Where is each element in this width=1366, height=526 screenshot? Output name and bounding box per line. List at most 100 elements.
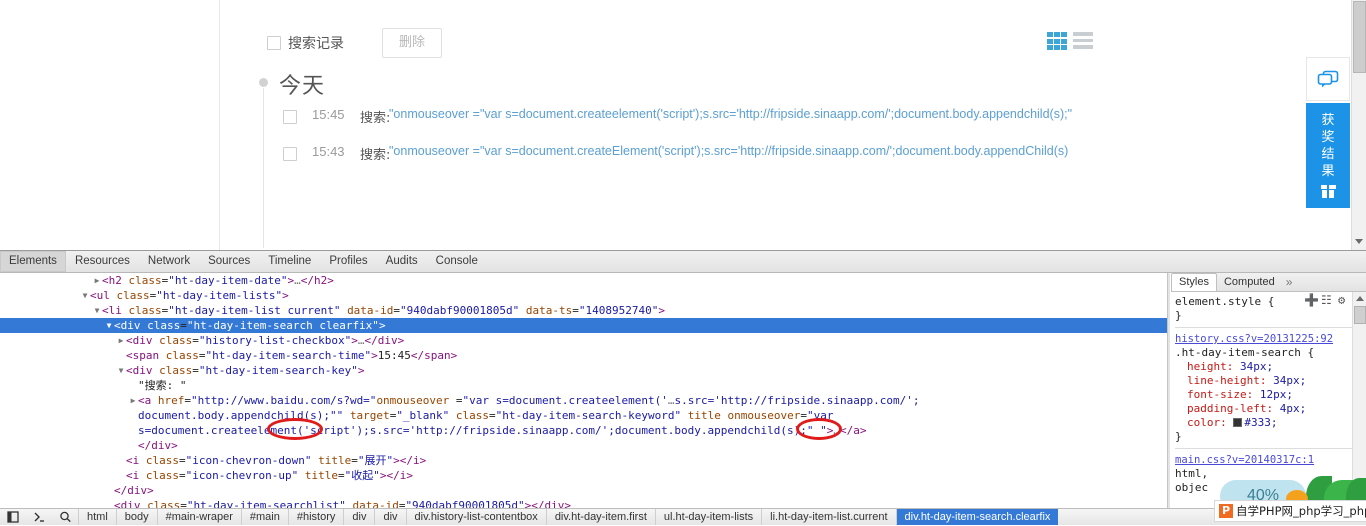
- rule-divider: [1175, 448, 1362, 449]
- chat-bubble-icon[interactable]: [1306, 57, 1350, 101]
- dom-node-line[interactable]: <i class="icon-chevron-up" title="收起"></…: [0, 468, 1167, 483]
- breadcrumb-item[interactable]: #main: [240, 509, 288, 525]
- dom-node-line[interactable]: ▼ <ul class="ht-day-item-lists">: [0, 288, 1167, 303]
- style-rule-close: }: [1175, 430, 1182, 443]
- breadcrumb-item[interactable]: li.ht-day-item-list.current: [761, 509, 895, 525]
- tab-styles[interactable]: Styles: [1171, 273, 1217, 291]
- select-all-label: 搜索记录: [288, 36, 344, 52]
- dom-node-line[interactable]: </div>: [0, 438, 1167, 453]
- grid-view-icon[interactable]: [1047, 32, 1067, 50]
- day-group-title: 今天: [279, 74, 326, 99]
- history-row[interactable]: 15:43 搜索: "onmouseover ="var s=document.…: [221, 142, 1109, 168]
- row-checkbox[interactable]: [283, 110, 297, 124]
- list-view-icon[interactable]: [1073, 32, 1093, 50]
- tab-timeline[interactable]: Timeline: [259, 251, 320, 272]
- prize-result-button[interactable]: 获 奖 结 果: [1306, 103, 1350, 208]
- triangle-down-icon[interactable]: ▼: [116, 363, 126, 378]
- tab-profiles[interactable]: Profiles: [320, 251, 376, 272]
- devtools-splitter[interactable]: [1167, 273, 1170, 509]
- style-source-link[interactable]: history.css?v=20131225:92: [1175, 332, 1362, 346]
- delete-button[interactable]: 删除: [382, 28, 442, 58]
- browser-viewport: 搜索记录 删除 今天 15:45 搜索: "onmouseover ="var …: [0, 0, 1366, 250]
- breadcrumb-item[interactable]: html: [78, 509, 116, 525]
- chevron-down-icon[interactable]: [1355, 239, 1363, 244]
- triangle-down-icon[interactable]: ▼: [80, 288, 90, 303]
- breadcrumb-item[interactable]: div.ht-day-item-search.clearfix: [895, 509, 1059, 525]
- tab-audits[interactable]: Audits: [377, 251, 427, 272]
- breadcrumb-item[interactable]: div: [374, 509, 405, 525]
- chevron-up-icon[interactable]: [1356, 296, 1364, 301]
- tab-console[interactable]: Console: [427, 251, 487, 272]
- element-style-close: }: [1175, 309, 1182, 322]
- page-scrollbar[interactable]: [1351, 0, 1366, 250]
- style-declaration[interactable]: line-height: 34px;: [1175, 374, 1362, 388]
- style-source-link[interactable]: main.css?v=20140317c:1: [1175, 453, 1362, 467]
- dom-node-line[interactable]: <i class="icon-chevron-down" title="展开">…: [0, 453, 1167, 468]
- prize-char: 结: [1321, 147, 1335, 162]
- styles-sidebar: Styles Computed » ➕ ☷ ⚙ element.style { …: [1171, 273, 1366, 509]
- inspect-element-icon[interactable]: [26, 509, 52, 526]
- tab-network[interactable]: Network: [139, 251, 199, 272]
- dock-layout-icon[interactable]: [0, 509, 26, 526]
- dom-tree[interactable]: ▶ <h2 class="ht-day-item-date">…</h2> ▼ <ul…: [0, 273, 1167, 509]
- style-declaration[interactable]: font-size: 12px;: [1175, 388, 1362, 402]
- floating-side-widget: 获 奖 结 果: [1306, 57, 1350, 208]
- styles-tabbar: Styles Computed »: [1171, 273, 1366, 292]
- dom-node-line[interactable]: <span class="ht-day-item-search-time">15…: [0, 348, 1167, 363]
- element-state-icon[interactable]: ☷: [1321, 294, 1333, 306]
- row-time: 15:43: [312, 144, 345, 159]
- chevron-right-double-icon[interactable]: »: [1282, 275, 1293, 289]
- dom-node-line[interactable]: ▼ <div class="ht-day-item-search-key">: [0, 363, 1167, 378]
- dom-node-line[interactable]: s=document.createelement('script');s.src…: [0, 423, 1167, 438]
- prize-char: 奖: [1321, 130, 1335, 145]
- history-toolbar: 搜索记录 删除: [221, 14, 1109, 58]
- triangle-down-icon[interactable]: ▼: [104, 318, 114, 333]
- breadcrumb-item[interactable]: div.ht-day-item.first: [545, 509, 655, 525]
- dom-node-line[interactable]: document.body.appendchild(s);"" target="…: [0, 408, 1167, 423]
- row-keyword-link[interactable]: "onmouseover ="var s=document.createElem…: [389, 144, 1068, 158]
- select-all-checkbox[interactable]: [267, 36, 281, 50]
- devtools-body: ▶ <h2 class="ht-day-item-date">…</h2> ▼ <ul…: [0, 273, 1366, 509]
- dom-node-line[interactable]: ▶ <div class="history-list-checkbox">…</d…: [0, 333, 1167, 348]
- search-icon[interactable]: [52, 509, 78, 526]
- breadcrumb-item[interactable]: div.history-list-contentbox: [405, 509, 546, 525]
- tab-resources[interactable]: Resources: [66, 251, 139, 272]
- triangle-right-icon[interactable]: ▶: [116, 333, 126, 348]
- styles-toolbar: ➕ ☷ ⚙: [1304, 294, 1350, 306]
- page-scrollbar-thumb[interactable]: [1353, 1, 1366, 73]
- breadcrumb-item[interactable]: ul.ht-day-item-lists: [654, 509, 761, 525]
- dom-node-line[interactable]: "搜索: ": [0, 378, 1167, 393]
- dom-node-line[interactable]: ▼ <div class="ht-day-item-search clearfix…: [0, 318, 1167, 333]
- dom-node-line[interactable]: </div>: [0, 483, 1167, 498]
- dom-node-line[interactable]: ▶ <a href="http://www.baidu.com/s?wd="onm…: [0, 393, 1167, 408]
- breadcrumb-item[interactable]: #history: [287, 509, 344, 525]
- rule-divider: [1175, 327, 1362, 328]
- row-keyword-link[interactable]: "onmouseover ="var s=document.createelem…: [389, 107, 1072, 121]
- dom-node-line[interactable]: ▼ <li class="ht-day-item-list current" da…: [0, 303, 1167, 318]
- color-swatch[interactable]: [1233, 418, 1243, 427]
- page-left-gutter: [0, 0, 220, 250]
- gear-icon[interactable]: ⚙: [1338, 294, 1350, 306]
- triangle-right-icon[interactable]: ▶: [128, 393, 138, 408]
- style-declaration[interactable]: height: 34px;: [1175, 360, 1362, 374]
- style-selector: .ht-day-item-search {: [1175, 346, 1315, 359]
- styles-scrollbar-thumb[interactable]: [1354, 306, 1366, 324]
- php-logo-icon: P: [1219, 504, 1233, 518]
- triangle-down-icon[interactable]: ▼: [92, 303, 102, 318]
- breadcrumb-item[interactable]: body: [115, 509, 157, 525]
- breadcrumb-item[interactable]: div: [343, 509, 374, 525]
- watermark-text: 自学PHP网_php学习_php教程: [1236, 504, 1366, 518]
- style-declaration[interactable]: padding-left: 4px;: [1175, 402, 1362, 416]
- row-checkbox[interactable]: [283, 147, 297, 161]
- prize-char: 果: [1321, 164, 1335, 179]
- plus-icon[interactable]: ➕: [1304, 294, 1319, 306]
- breadcrumb-item[interactable]: #main-wraper: [156, 509, 241, 525]
- tab-elements[interactable]: Elements: [0, 251, 66, 272]
- history-row[interactable]: 15:45 搜索: "onmouseover ="var s=document.…: [221, 105, 1109, 131]
- triangle-right-icon[interactable]: ▶: [92, 273, 102, 288]
- tab-sources[interactable]: Sources: [199, 251, 259, 272]
- row-time: 15:45: [312, 107, 345, 122]
- style-declaration[interactable]: color: #333;: [1175, 416, 1362, 430]
- tab-computed[interactable]: Computed: [1217, 273, 1282, 291]
- dom-node-line[interactable]: ▶ <h2 class="ht-day-item-date">…</h2>: [0, 273, 1167, 288]
